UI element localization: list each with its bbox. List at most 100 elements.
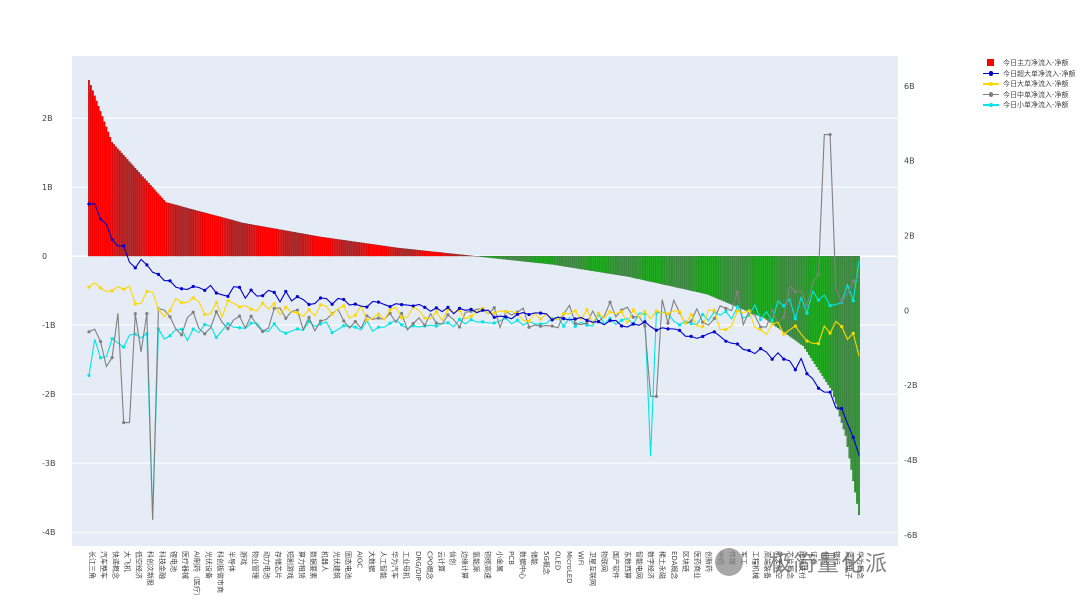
bar[interactable] — [397, 248, 399, 256]
bar[interactable] — [779, 256, 781, 329]
bar[interactable] — [258, 226, 260, 256]
series-point-medium[interactable] — [527, 326, 530, 329]
bar[interactable] — [592, 256, 594, 271]
series-point-small[interactable] — [574, 325, 577, 328]
series-point-large[interactable] — [470, 315, 473, 318]
series-point-superlarge[interactable] — [249, 288, 252, 291]
bar[interactable] — [698, 256, 700, 292]
bar[interactable] — [611, 256, 613, 274]
series-point-superlarge[interactable] — [574, 317, 577, 320]
bar[interactable] — [598, 256, 600, 272]
bar[interactable] — [92, 91, 94, 257]
bar[interactable] — [337, 239, 339, 256]
series-point-superlarge[interactable] — [157, 273, 160, 276]
series-point-medium[interactable] — [203, 332, 206, 335]
bar[interactable] — [673, 256, 675, 287]
bar[interactable] — [758, 256, 760, 316]
bar[interactable] — [615, 256, 617, 275]
bar[interactable] — [665, 256, 667, 285]
series-point-large[interactable] — [678, 310, 681, 313]
series-point-large[interactable] — [817, 342, 820, 345]
bar[interactable] — [764, 256, 766, 318]
bar[interactable] — [208, 214, 210, 256]
series-point-small[interactable] — [759, 318, 762, 321]
bar[interactable] — [723, 256, 725, 301]
bar[interactable] — [187, 208, 189, 256]
bar[interactable] — [179, 206, 181, 256]
bar[interactable] — [582, 256, 584, 269]
bar[interactable] — [766, 256, 768, 319]
bar[interactable] — [445, 253, 447, 256]
bar[interactable] — [713, 256, 715, 297]
series-point-superlarge[interactable] — [713, 330, 716, 333]
bar[interactable] — [578, 256, 580, 269]
bar[interactable] — [532, 256, 534, 262]
bar[interactable] — [686, 256, 688, 290]
bar[interactable] — [194, 210, 196, 256]
bar[interactable] — [104, 122, 106, 257]
bar[interactable] — [403, 248, 405, 256]
series-point-small[interactable] — [388, 322, 391, 325]
bar[interactable] — [214, 215, 216, 256]
bar[interactable] — [636, 256, 638, 278]
series-point-large[interactable] — [759, 328, 762, 331]
legend-item-large[interactable]: 今日大单净流入-净额 — [983, 79, 1076, 90]
bar[interactable] — [125, 157, 127, 256]
bar[interactable] — [217, 216, 219, 256]
bar[interactable] — [688, 256, 690, 290]
series-point-superlarge[interactable] — [111, 238, 114, 241]
bar[interactable] — [333, 239, 335, 256]
series-point-large[interactable] — [435, 310, 438, 313]
series-point-medium[interactable] — [539, 325, 542, 328]
bar[interactable] — [495, 256, 497, 258]
bar[interactable] — [503, 256, 505, 259]
bar[interactable] — [262, 226, 264, 256]
series-point-large[interactable] — [307, 308, 310, 311]
bar[interactable] — [102, 116, 104, 256]
series-point-medium[interactable] — [493, 306, 496, 309]
series-point-small[interactable] — [296, 327, 299, 330]
bar[interactable] — [150, 185, 152, 256]
bar[interactable] — [823, 256, 825, 379]
bar[interactable] — [690, 256, 692, 291]
bar[interactable] — [692, 256, 694, 291]
bar[interactable] — [789, 256, 791, 336]
bar[interactable] — [822, 256, 824, 376]
bar[interactable] — [675, 256, 677, 287]
bar[interactable] — [109, 137, 111, 256]
bar[interactable] — [160, 196, 162, 256]
series-point-small[interactable] — [354, 326, 357, 329]
bar[interactable] — [827, 256, 829, 385]
series-point-small[interactable] — [852, 299, 855, 302]
bar[interactable] — [480, 256, 482, 257]
bar[interactable] — [630, 256, 632, 277]
bar[interactable] — [557, 256, 559, 265]
bar[interactable] — [829, 256, 831, 388]
bar[interactable] — [708, 256, 710, 295]
series-point-small[interactable] — [493, 321, 496, 324]
bar[interactable] — [671, 256, 673, 286]
bar[interactable] — [648, 256, 650, 281]
series-point-superlarge[interactable] — [122, 244, 125, 247]
series-point-superlarge[interactable] — [782, 358, 785, 361]
series-point-medium[interactable] — [284, 317, 287, 320]
series-point-superlarge[interactable] — [666, 327, 669, 330]
series-point-medium[interactable] — [99, 340, 102, 343]
bar[interactable] — [275, 229, 277, 256]
bar[interactable] — [146, 181, 148, 256]
series-point-medium[interactable] — [215, 310, 218, 313]
bar[interactable] — [453, 254, 455, 256]
bar[interactable] — [133, 166, 135, 256]
bar[interactable] — [600, 256, 602, 272]
bar[interactable] — [250, 224, 252, 256]
bar[interactable] — [729, 256, 731, 304]
bar[interactable] — [299, 233, 301, 256]
bar[interactable] — [430, 251, 432, 256]
series-point-small[interactable] — [458, 318, 461, 321]
bar[interactable] — [154, 189, 156, 256]
bar[interactable] — [190, 209, 192, 256]
bar[interactable] — [378, 245, 380, 256]
bar[interactable] — [534, 256, 536, 262]
series-point-large[interactable] — [620, 310, 623, 313]
bar[interactable] — [152, 187, 154, 256]
